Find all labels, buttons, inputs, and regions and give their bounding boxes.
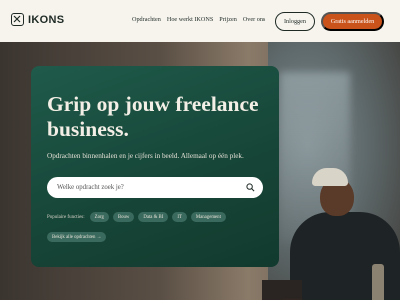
logo[interactable]: IKONS: [11, 13, 64, 26]
nav-links: Opdrachten Hoe werkt IKONS Prijzen Over …: [132, 16, 265, 23]
top-navigation: IKONS Opdrachten Hoe werkt IKONS Prijzen…: [0, 0, 400, 42]
chip-zorg[interactable]: Zorg: [89, 212, 109, 222]
chip-data-bi[interactable]: Data & BI: [138, 212, 169, 222]
hero-subline: Opdrachten binnenhalen en je cijfers in …: [47, 152, 244, 160]
chip-bouw[interactable]: Bouw: [112, 212, 135, 222]
signup-button[interactable]: Gratis aanmelden: [321, 12, 384, 31]
photo-person-cap: [312, 168, 348, 186]
search-icon[interactable]: [246, 183, 255, 192]
search-input[interactable]: [57, 177, 237, 198]
nav-link-hoe-werkt[interactable]: Hoe werkt IKONS: [167, 16, 213, 23]
popular-label: Populaire functies:: [47, 214, 85, 220]
nav-link-prijzen[interactable]: Prijzen: [219, 16, 237, 23]
chip-it[interactable]: IT: [172, 212, 187, 222]
hero-panel: Grip op jouw freelance business. Opdrach…: [31, 66, 279, 267]
chip-management[interactable]: Management: [190, 212, 226, 222]
popular-functions: Populaire functies: Zorg Bouw Data & BI …: [47, 212, 226, 222]
search-box: [47, 177, 263, 198]
brand-name: IKONS: [28, 13, 65, 26]
all-assignments-link[interactable]: Bekijk alle opdrachten →: [47, 232, 107, 242]
photo-laptop: [262, 280, 302, 300]
photo-bottle: [372, 264, 384, 300]
ikons-logo-icon: [11, 13, 24, 26]
hero-headline: Grip op jouw freelance business.: [47, 92, 259, 141]
nav-link-over-ons[interactable]: Over ons: [243, 16, 266, 23]
login-button[interactable]: Inloggen: [275, 12, 315, 31]
nav-link-opdrachten[interactable]: Opdrachten: [132, 16, 161, 23]
